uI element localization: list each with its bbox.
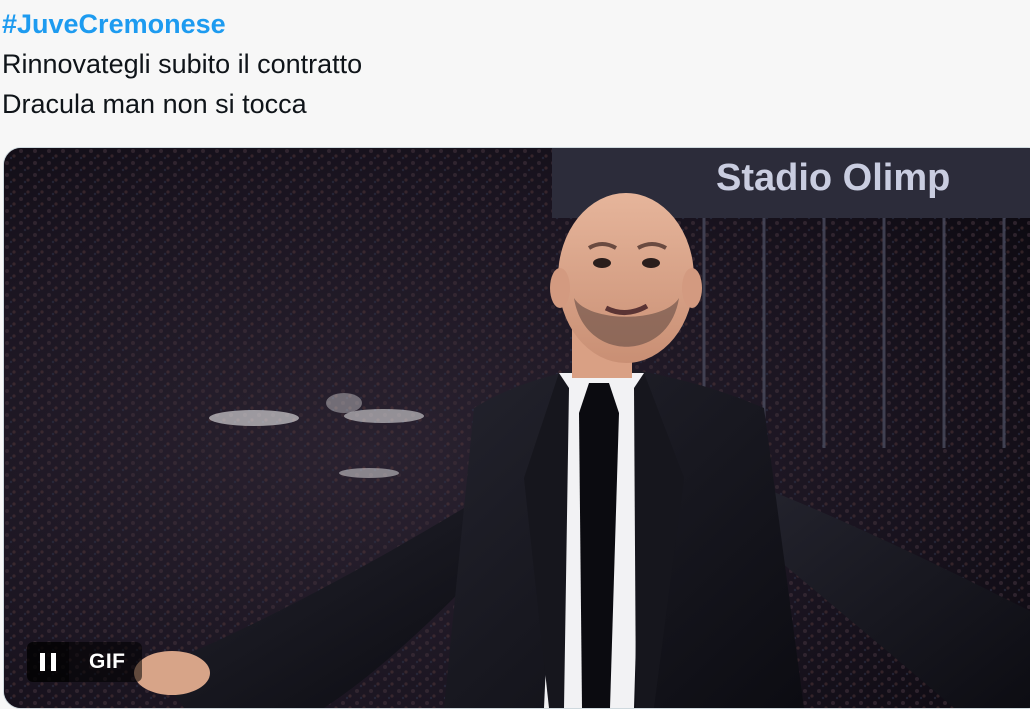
pause-button[interactable] xyxy=(27,642,69,682)
tweet-line-2: Dracula man non si tocca xyxy=(2,89,307,119)
tweet-line-1: Rinnovategli subito il contratto xyxy=(2,49,363,79)
pause-icon xyxy=(40,653,56,671)
hashtag-line: #JuveCremonese xyxy=(2,4,1022,44)
gif-controls: GIF xyxy=(27,642,142,682)
gif-frame: Stadio Olimp xyxy=(4,148,1030,708)
tweet-text: #JuveCremonese Rinnovategli subito il co… xyxy=(2,4,1022,124)
gif-media[interactable]: Stadio Olimp GIF xyxy=(3,147,1030,709)
hashtag-link[interactable]: #JuveCremonese xyxy=(2,4,226,44)
stadium-sign: Stadio Olimp xyxy=(716,157,950,199)
gif-badge: GIF xyxy=(69,642,142,682)
